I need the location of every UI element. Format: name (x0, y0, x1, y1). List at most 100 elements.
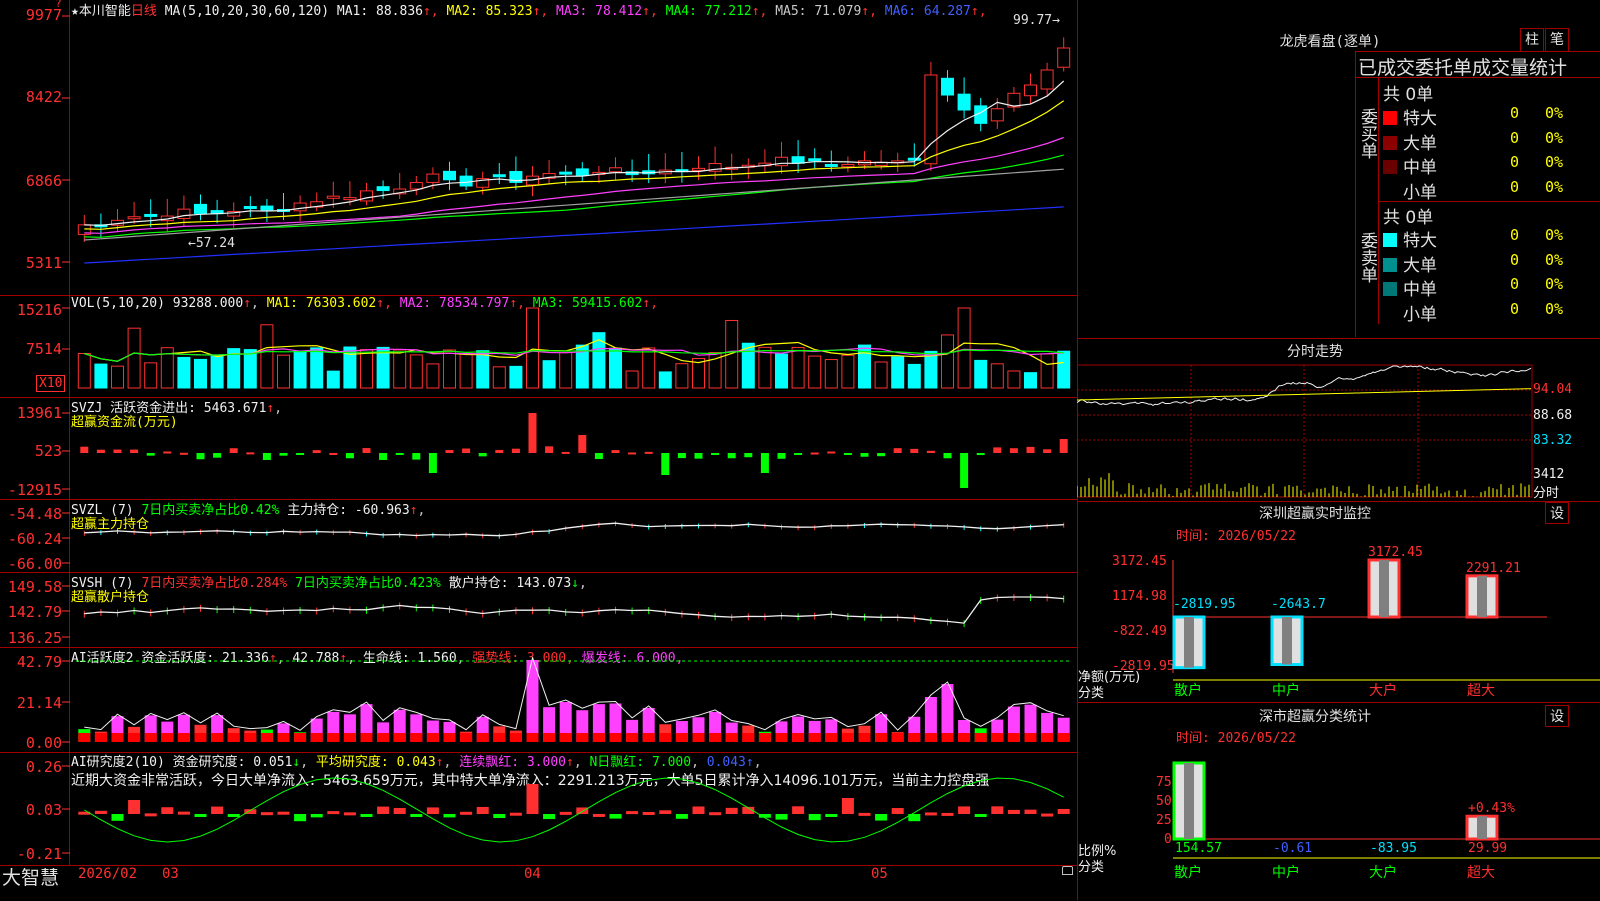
volume-bar (243, 349, 257, 389)
research-bar (709, 812, 722, 816)
order-row-pct: 0% (1545, 104, 1564, 122)
activity-base (841, 733, 854, 742)
flow-bar (677, 453, 686, 459)
activity-base (78, 733, 91, 742)
activity-base (825, 733, 838, 742)
volume-bar (409, 354, 423, 389)
svzj-chart[interactable] (0, 397, 1078, 500)
activity-base (891, 733, 904, 742)
activity-base (576, 733, 589, 742)
activity-base (194, 733, 207, 742)
svsh-chart[interactable] (0, 572, 1078, 648)
volume-chart[interactable] (0, 295, 1078, 398)
activity-base (410, 733, 423, 742)
order-row-count: 0 (1510, 275, 1520, 293)
research-bar (94, 810, 107, 814)
legend-swatch (1383, 257, 1397, 272)
order-row-count: 0 (1510, 104, 1520, 122)
order-row-count: 0 (1510, 153, 1520, 171)
intraday-chart[interactable] (1077, 338, 1600, 500)
flow-bar (561, 451, 570, 454)
flow-bar (146, 453, 155, 456)
research-bar (410, 814, 423, 817)
ma3-line (84, 136, 1064, 234)
order-row: 小单 (1383, 300, 1437, 325)
monitor-bar-shade (1477, 575, 1487, 617)
volume-bar (824, 359, 838, 389)
flow-bar (495, 449, 504, 453)
research-bar (792, 806, 805, 814)
bar-mode-button[interactable]: 柱 (1520, 28, 1544, 52)
research-bar (991, 806, 1004, 814)
date-label: 03 (162, 866, 179, 882)
volume-bar (393, 349, 407, 389)
lhb-tabs[interactable]: 已成交委托单成交量统计 (1358, 53, 1567, 80)
flow-bar (96, 449, 105, 453)
research-bar (260, 812, 273, 816)
flow-bar (445, 450, 454, 453)
ma5-line (84, 168, 1064, 241)
classify-bar-value: -0.61 (1273, 841, 1312, 856)
candle (492, 174, 506, 178)
volume-bar (111, 365, 124, 389)
classify-bar-name: 超大 (1467, 865, 1495, 881)
flow-bar (428, 453, 437, 473)
order-row: 小单 (1383, 178, 1437, 203)
volume-bar (609, 347, 622, 389)
monitor-bar-value: -2819.95 (1173, 597, 1236, 612)
activity-base (476, 733, 489, 742)
flow-bar (926, 450, 935, 453)
activity-base (659, 733, 672, 742)
volume-bar (326, 370, 340, 389)
classify-bar-shade (1477, 816, 1487, 839)
activity-base (1057, 733, 1070, 742)
research-bar (626, 811, 639, 815)
price-chart[interactable] (0, 0, 1078, 296)
volume-bar (874, 361, 888, 389)
flow-bar (694, 453, 703, 459)
ai-research-chart[interactable] (0, 752, 1078, 866)
monitor-bar-value: 3172.45 (1368, 545, 1423, 560)
flow-bar (312, 450, 321, 453)
research-bar (1007, 809, 1020, 814)
activity-base (443, 733, 456, 742)
candle (941, 77, 954, 96)
candle (409, 182, 423, 190)
intraday-y-label: 88.68 (1533, 408, 1573, 423)
pen-mode-button[interactable]: 笔 (1545, 28, 1569, 52)
svzl-line (84, 522, 1064, 537)
activity-base (244, 733, 257, 742)
volume-bar (77, 353, 91, 389)
ai-activity-chart[interactable] (0, 647, 1078, 753)
activity-base (991, 733, 1004, 742)
flow-bar (545, 446, 554, 453)
order-row-count: 0 (1510, 299, 1520, 318)
monitor-chart[interactable]: -2819.95 散户 -2643.7 中户 3172.45 大户 2291.21 超大 (1077, 500, 1600, 700)
research-bar (958, 806, 971, 814)
research-bar (327, 811, 340, 815)
classify-chart[interactable]: 154.57 散户 -0.61 中户 -83.95 大户 29.99 超大 +0.43% (1077, 700, 1600, 900)
activity-base (460, 733, 473, 742)
legend-swatch (1383, 160, 1397, 174)
svzl-chart[interactable] (0, 499, 1078, 573)
candle (343, 197, 357, 201)
order-row: 中单 (1383, 275, 1437, 300)
order-row-pct: 0% (1545, 226, 1564, 244)
activity-base (692, 733, 705, 742)
activity-base (227, 733, 240, 742)
volume-bar (957, 307, 971, 389)
volume-bar (791, 346, 805, 389)
research-bar (443, 814, 456, 818)
flow-bar (246, 452, 255, 455)
flow-bar (179, 452, 188, 455)
legend-swatch (1383, 135, 1397, 150)
flow-bar (644, 451, 653, 454)
order-row-pct: 0% (1545, 275, 1564, 293)
flow-bar (893, 448, 902, 453)
lock-icon[interactable] (1062, 866, 1073, 875)
order-row-pct: 0% (1545, 153, 1564, 171)
research-bar (609, 814, 622, 819)
order-row-pct: 0% (1545, 128, 1564, 147)
candle (194, 203, 207, 214)
volume-bar (459, 353, 473, 389)
